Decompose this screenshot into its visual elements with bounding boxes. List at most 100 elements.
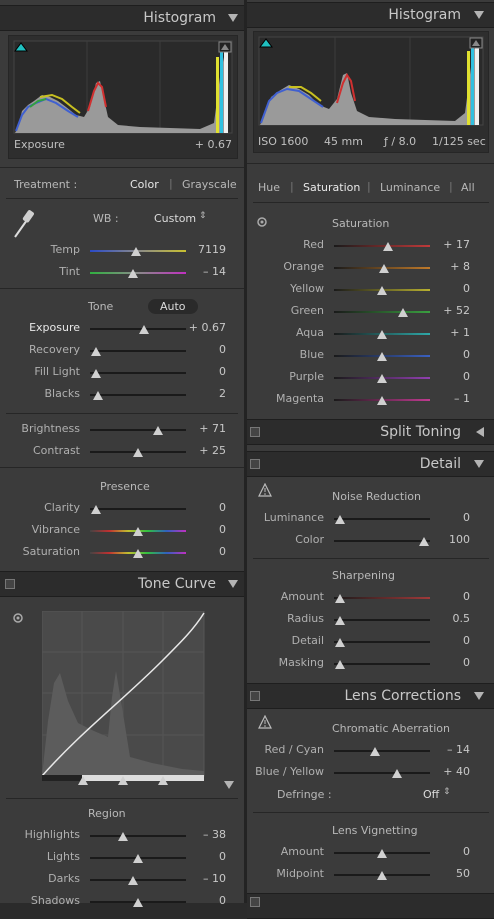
collapse-triangle-icon[interactable] <box>474 11 484 19</box>
slider-row-yellow[interactable]: Yellow0 <box>247 282 494 300</box>
slider-track-brightness[interactable] <box>90 429 186 431</box>
tone-auto-button[interactable]: Auto <box>148 299 198 314</box>
tone-curve-graph[interactable] <box>42 611 208 783</box>
slider-thumb-yellow[interactable] <box>377 286 387 295</box>
slider-row-temp[interactable]: Temp7119 <box>0 243 244 261</box>
slider-thumb-color[interactable] <box>419 537 429 546</box>
slider-row-magenta[interactable]: Magenta– 1 <box>247 392 494 410</box>
slider-track-highlights[interactable] <box>90 835 186 837</box>
collapse-triangle-icon[interactable] <box>474 460 484 468</box>
defringe-dropdown-arrows-icon[interactable]: ⇕ <box>443 787 451 797</box>
slider-row-vibrance[interactable]: Vibrance0 <box>0 523 244 541</box>
slider-value-blacks[interactable]: 2 <box>219 387 226 400</box>
slider-thumb-magenta[interactable] <box>377 396 387 405</box>
slider-row-orange[interactable]: Orange+ 8 <box>247 260 494 278</box>
slider-value-amount[interactable]: 0 <box>463 845 470 858</box>
wb-dropdown-arrows-icon[interactable]: ⇕ <box>199 211 207 221</box>
histogram-header-left[interactable]: Histogram <box>0 5 244 31</box>
slider-thumb-blue-yellow[interactable] <box>392 769 402 778</box>
slider-thumb-aqua[interactable] <box>377 330 387 339</box>
slider-value-fill-light[interactable]: 0 <box>219 365 226 378</box>
slider-track-blacks[interactable] <box>90 394 186 396</box>
slider-track-radius[interactable] <box>334 619 430 621</box>
slider-row-blacks[interactable]: Blacks2 <box>0 387 244 405</box>
slider-row-green[interactable]: Green+ 52 <box>247 304 494 322</box>
slider-track-masking[interactable] <box>334 663 430 665</box>
wb-dropdown[interactable]: Custom <box>154 212 196 225</box>
slider-value-orange[interactable]: + 8 <box>450 260 470 273</box>
slider-track-amount[interactable] <box>334 597 430 599</box>
slider-row-amount[interactable]: Amount0 <box>247 845 494 863</box>
slider-row-radius[interactable]: Radius0.5 <box>247 612 494 630</box>
slider-value-brightness[interactable]: + 71 <box>199 422 226 435</box>
slider-value-temp[interactable]: 7119 <box>198 243 226 256</box>
slider-thumb-clarity[interactable] <box>91 505 101 514</box>
slider-row-darks[interactable]: Darks– 10 <box>0 872 244 890</box>
slider-value-midpoint[interactable]: 50 <box>456 867 470 880</box>
slider-row-red[interactable]: Red+ 17 <box>247 238 494 256</box>
slider-value-blue[interactable]: 0 <box>463 348 470 361</box>
slider-thumb-darks[interactable] <box>128 876 138 885</box>
slider-track-red-cyan[interactable] <box>334 750 430 752</box>
slider-thumb-temp[interactable] <box>131 247 141 256</box>
slider-thumb-amount[interactable] <box>335 594 345 603</box>
slider-track-color[interactable] <box>334 540 430 542</box>
slider-track-green[interactable] <box>334 311 430 313</box>
slider-row-shadows[interactable]: Shadows0 <box>0 894 244 912</box>
slider-row-detail[interactable]: Detail0 <box>247 634 494 652</box>
lens-corrections-header[interactable]: Lens Corrections <box>247 683 494 709</box>
panel-toggle-icon[interactable] <box>5 579 15 589</box>
slider-value-saturation[interactable]: 0 <box>219 545 226 558</box>
slider-value-aqua[interactable]: + 1 <box>450 326 470 339</box>
slider-row-color[interactable]: Color100 <box>247 533 494 551</box>
defringe-dropdown[interactable]: Off <box>423 788 439 801</box>
slider-value-luminance[interactable]: 0 <box>463 511 470 524</box>
treatment-color-option[interactable]: Color <box>130 178 159 191</box>
slider-thumb-detail[interactable] <box>335 638 345 647</box>
slider-thumb-purple[interactable] <box>377 374 387 383</box>
slider-value-recovery[interactable]: 0 <box>219 343 226 356</box>
collapse-triangle-icon[interactable] <box>228 14 238 22</box>
collapse-triangle-icon[interactable] <box>228 580 238 588</box>
curve-split-handle[interactable] <box>158 776 168 785</box>
slider-thumb-luminance[interactable] <box>335 515 345 524</box>
slider-value-yellow[interactable]: 0 <box>463 282 470 295</box>
slider-value-exposure[interactable]: + 0.67 <box>189 321 226 334</box>
slider-value-blue-yellow[interactable]: + 40 <box>443 765 470 778</box>
slider-row-tint[interactable]: Tint– 14 <box>0 265 244 283</box>
slider-track-clarity[interactable] <box>90 508 186 510</box>
slider-value-vibrance[interactable]: 0 <box>219 523 226 536</box>
slider-row-midpoint[interactable]: Midpoint50 <box>247 867 494 885</box>
slider-thumb-red-cyan[interactable] <box>370 747 380 756</box>
slider-row-luminance[interactable]: Luminance0 <box>247 511 494 529</box>
slider-value-magenta[interactable]: – 1 <box>454 392 470 405</box>
slider-track-luminance[interactable] <box>334 518 430 520</box>
slider-track-blue-yellow[interactable] <box>334 772 430 774</box>
slider-thumb-tint[interactable] <box>128 269 138 278</box>
slider-value-contrast[interactable]: + 25 <box>199 444 226 457</box>
slider-value-clarity[interactable]: 0 <box>219 501 226 514</box>
slider-value-masking[interactable]: 0 <box>463 656 470 669</box>
slider-row-lights[interactable]: Lights0 <box>0 850 244 868</box>
slider-row-red-cyan[interactable]: Red / Cyan– 14 <box>247 743 494 761</box>
slider-value-red-cyan[interactable]: – 14 <box>447 743 470 756</box>
slider-value-darks[interactable]: – 10 <box>203 872 226 885</box>
slider-thumb-recovery[interactable] <box>91 347 101 356</box>
slider-row-highlights[interactable]: Highlights– 38 <box>0 828 244 846</box>
slider-row-blue-yellow[interactable]: Blue / Yellow+ 40 <box>247 765 494 783</box>
slider-row-amount[interactable]: Amount0 <box>247 590 494 608</box>
point-curve-menu-icon[interactable] <box>224 781 234 789</box>
slider-thumb-fill-light[interactable] <box>91 369 101 378</box>
hsl-tab-luminance[interactable]: Luminance <box>380 181 440 194</box>
slider-thumb-amount[interactable] <box>377 849 387 858</box>
slider-track-fill-light[interactable] <box>90 372 186 374</box>
slider-thumb-blue[interactable] <box>377 352 387 361</box>
slider-value-purple[interactable]: 0 <box>463 370 470 383</box>
slider-thumb-masking[interactable] <box>335 660 345 669</box>
curve-split-handle[interactable] <box>78 776 88 785</box>
slider-thumb-orange[interactable] <box>379 264 389 273</box>
curve-split-handle[interactable] <box>118 776 128 785</box>
slider-value-amount[interactable]: 0 <box>463 590 470 603</box>
slider-row-fill-light[interactable]: Fill Light0 <box>0 365 244 383</box>
slider-thumb-highlights[interactable] <box>118 832 128 841</box>
